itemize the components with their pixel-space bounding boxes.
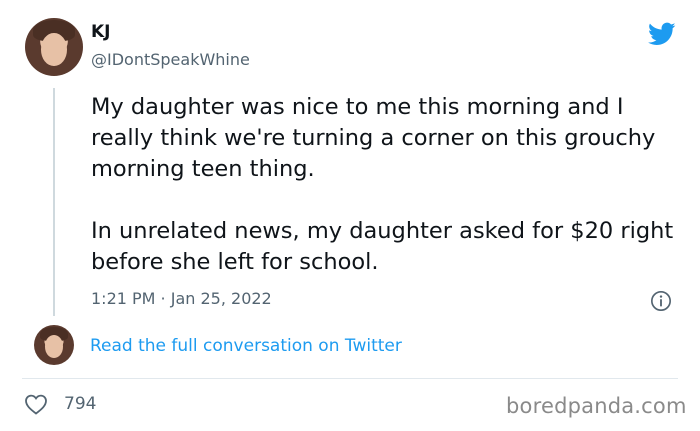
tweet-timestamp[interactable]: 1:21 PM · Jan 25, 2022 — [91, 289, 272, 308]
author-avatar[interactable] — [25, 18, 83, 76]
author-handle[interactable]: @IDontSpeakWhine — [91, 50, 250, 69]
tweet-paragraph: My daughter was nice to me this morning … — [91, 94, 656, 182]
like-count: 794 — [64, 394, 97, 414]
tweet-text: My daughter was nice to me this morning … — [91, 92, 691, 278]
read-full-conversation-link[interactable]: Read the full conversation on Twitter — [90, 336, 402, 356]
divider — [22, 378, 678, 379]
thread-line — [53, 88, 55, 316]
info-icon[interactable] — [650, 290, 672, 312]
watermark: boredpanda.com — [506, 394, 687, 418]
twitter-bird-icon[interactable] — [646, 20, 678, 48]
heart-icon[interactable] — [24, 393, 48, 415]
reader-avatar — [34, 325, 74, 365]
tweet-paragraph: In unrelated news, my daughter asked for… — [91, 218, 674, 275]
author-name[interactable]: KJ — [91, 22, 111, 42]
